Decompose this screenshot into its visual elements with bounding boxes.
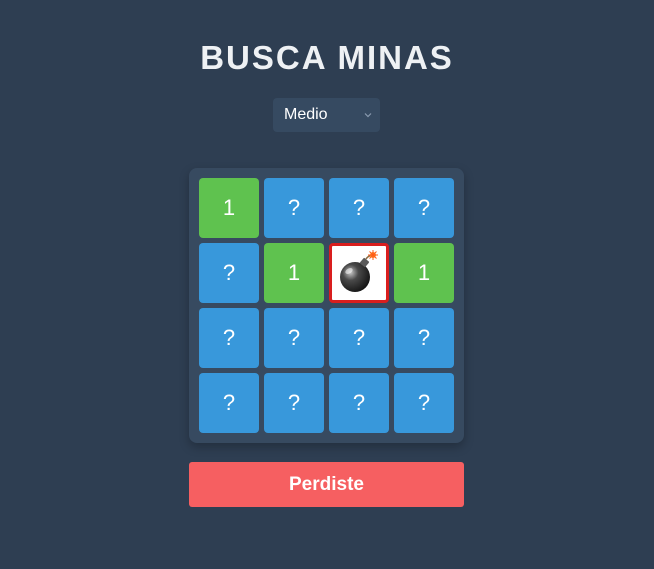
board-cell-0-2[interactable]: ?: [329, 178, 389, 238]
difficulty-selected-value: Medio: [284, 106, 328, 123]
board-cell-0-1[interactable]: ?: [264, 178, 324, 238]
board-cell-3-3[interactable]: ?: [394, 373, 454, 433]
board-cell-3-0[interactable]: ?: [199, 373, 259, 433]
board-cell-2-2[interactable]: ?: [329, 308, 389, 368]
bomb-icon: [340, 250, 378, 292]
board-cell-3-2[interactable]: ?: [329, 373, 389, 433]
board-cell-1-0[interactable]: ?: [199, 243, 259, 303]
page-title: BUSCA MINAS: [200, 39, 454, 76]
board-cell-2-3[interactable]: ?: [394, 308, 454, 368]
chevron-down-icon: [364, 113, 372, 118]
board-cell-3-1[interactable]: ?: [264, 373, 324, 433]
board-cell-0-0: 1: [199, 178, 259, 238]
board-cell-0-3[interactable]: ?: [394, 178, 454, 238]
game-board: 1???? 1 1????????: [189, 168, 464, 443]
board-cell-1-3: 1: [394, 243, 454, 303]
board-cell-2-1[interactable]: ?: [264, 308, 324, 368]
game-status-button[interactable]: Perdiste: [189, 462, 464, 507]
difficulty-select[interactable]: Medio: [273, 98, 380, 132]
board-cell-1-1: 1: [264, 243, 324, 303]
board-cell-1-2: [329, 243, 389, 303]
board-cell-2-0[interactable]: ?: [199, 308, 259, 368]
